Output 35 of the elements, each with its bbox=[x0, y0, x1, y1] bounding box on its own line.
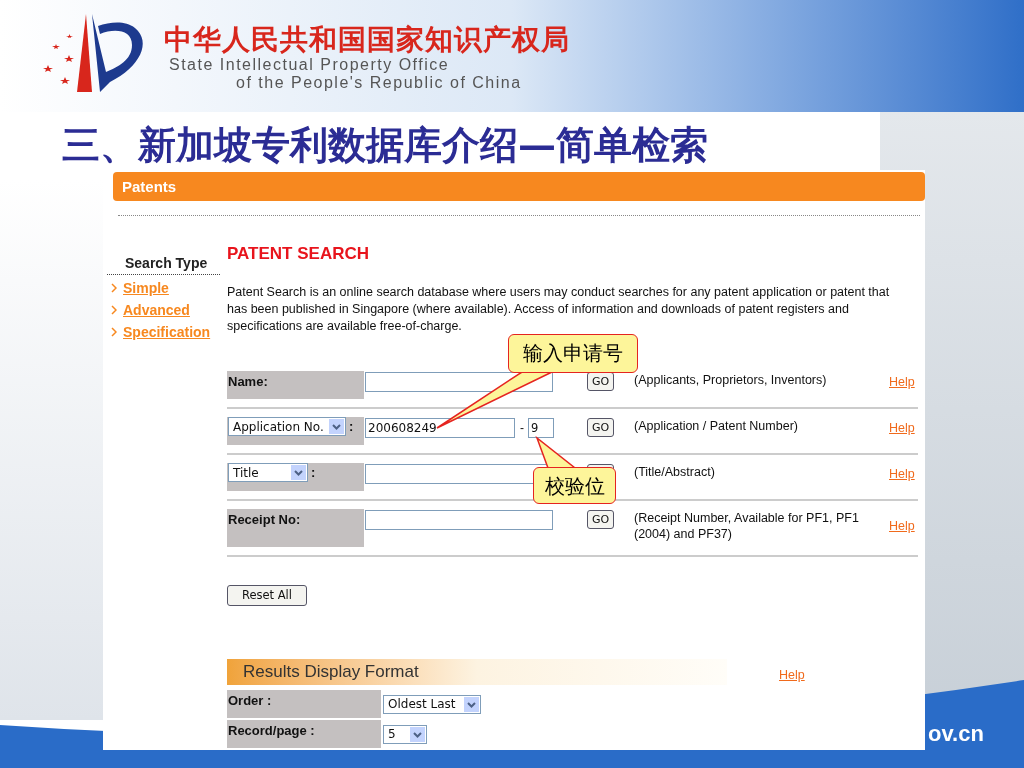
chevron-icon bbox=[111, 283, 117, 293]
check-digit-field[interactable]: 9 bbox=[528, 418, 554, 438]
go-button[interactable]: GO bbox=[587, 510, 614, 529]
form-label-cell: Receipt No: bbox=[227, 509, 364, 547]
organization-subtitle: State Intellectual Property Office bbox=[169, 56, 451, 74]
colon-label: : bbox=[349, 418, 354, 436]
website-url: ov.cn bbox=[928, 720, 984, 748]
dash-separator: - bbox=[520, 420, 524, 437]
intro-text: Patent Search is an online search database where users may conduct searches for any patent application or patent that has been published in Singapore (where available). Access of information and downloads of patent registers and specifications are available free-of-charge. bbox=[227, 284, 891, 335]
sidebar-heading: Search Type bbox=[107, 254, 220, 275]
dropdown[interactable]: Application No. bbox=[228, 417, 346, 436]
section-banner: Patents bbox=[113, 172, 925, 201]
go-button[interactable]: GO bbox=[587, 418, 614, 437]
form-label-cell: Name: bbox=[227, 371, 364, 399]
field-description: (Applicants, Proprietors, Inventors) bbox=[634, 372, 828, 388]
form-label-cell: Record/page : bbox=[227, 720, 381, 748]
organization-name: 中华人民共和国国家知识产权局 bbox=[164, 24, 570, 56]
reset-button[interactable]: Reset All bbox=[227, 585, 307, 606]
results-format-banner: Results Display Format bbox=[227, 659, 727, 685]
input-field[interactable] bbox=[365, 510, 553, 530]
field-description: (Application / Patent Number) bbox=[634, 418, 799, 434]
organization-subtitle: of the People's Republic of China bbox=[236, 74, 523, 92]
dropdown[interactable]: Oldest Last bbox=[383, 694, 481, 714]
chevron-icon bbox=[111, 305, 117, 315]
chevron-icon bbox=[111, 327, 117, 337]
form-label-cell: Order : bbox=[227, 690, 381, 718]
field-description: (Title/Abstract) bbox=[634, 464, 716, 480]
input-field[interactable]: 200608249 bbox=[365, 418, 515, 438]
colon-label: : bbox=[311, 464, 316, 482]
callout-tooltip: 输入申请号 bbox=[508, 334, 638, 373]
dropdown[interactable]: 5 bbox=[383, 724, 427, 744]
dropdown[interactable]: Title bbox=[228, 463, 308, 482]
slide-title: 三、新加坡专利数据库介绍—简单检索 bbox=[62, 121, 709, 169]
page-heading: PATENT SEARCH bbox=[227, 244, 370, 264]
field-description: (Receipt Number, Available for PF1, PF1 (2004) and PF37) bbox=[634, 510, 860, 542]
